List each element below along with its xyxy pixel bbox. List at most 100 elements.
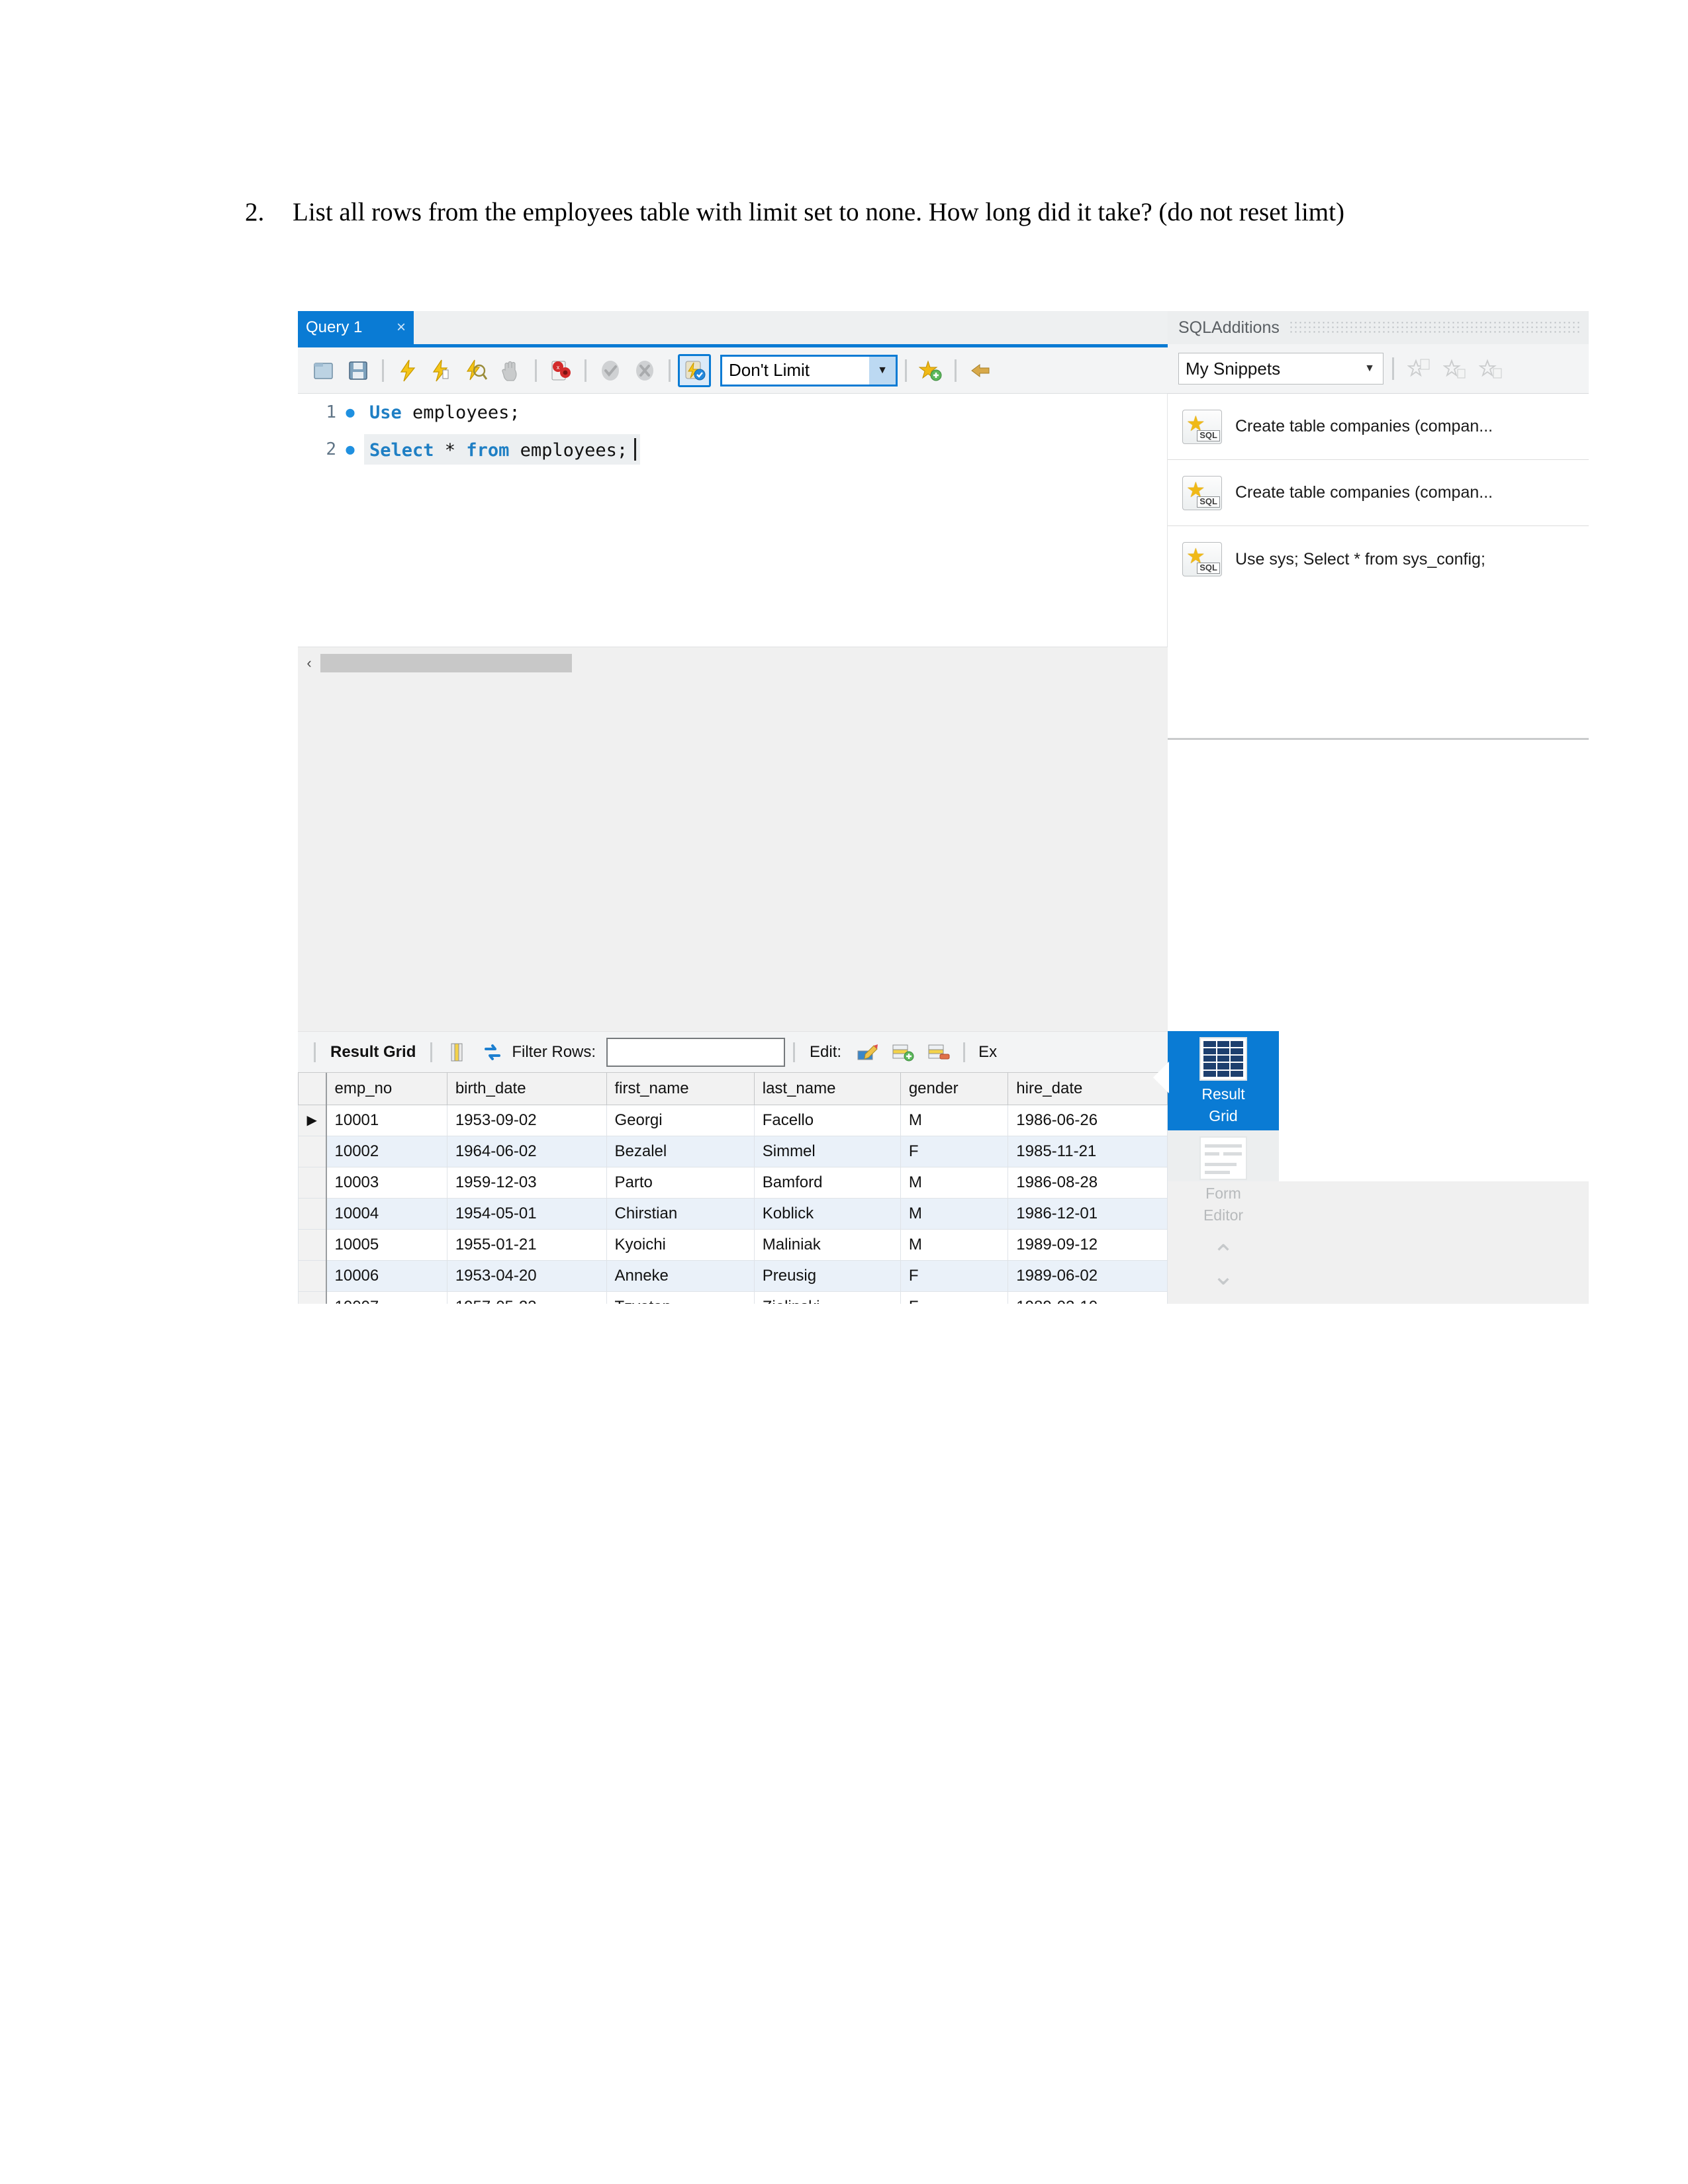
execute-statement-icon[interactable] xyxy=(391,354,424,387)
cell-birth-date[interactable]: 1953-04-20 xyxy=(446,1259,607,1292)
table-row[interactable]: 10003 1959-12-03 Parto Bamford M 1986-08… xyxy=(298,1166,1168,1199)
stop-execution-icon[interactable] xyxy=(494,354,528,387)
list-item[interactable]: ★ SQL Create table companies (compan... xyxy=(1168,394,1589,460)
column-header[interactable]: hire_date xyxy=(1008,1073,1168,1105)
view-form-editor-button[interactable]: Form Editor xyxy=(1168,1130,1279,1230)
cell-first-name[interactable]: Chirstian xyxy=(606,1197,755,1230)
table-row[interactable]: 10006 1953-04-20 Anneke Preusig F 1989-0… xyxy=(298,1259,1168,1292)
edit-row-icon[interactable] xyxy=(851,1036,884,1069)
cell-last-name[interactable]: Koblick xyxy=(753,1197,901,1230)
cell-first-name[interactable]: Georgi xyxy=(606,1104,755,1136)
insert-snippet-icon[interactable] xyxy=(1438,352,1472,385)
column-header[interactable]: gender xyxy=(900,1073,1009,1105)
toggle-autocommit-icon[interactable] xyxy=(678,353,711,387)
cell-gender[interactable]: F xyxy=(900,1259,1009,1292)
table-row[interactable]: 10005 1955-01-21 Kyoichi Maliniak M 1989… xyxy=(298,1228,1168,1261)
cell-birth-date[interactable]: 1959-12-03 xyxy=(446,1166,607,1199)
cell-emp-no[interactable]: 10006 xyxy=(326,1259,447,1292)
delete-row-icon[interactable] xyxy=(922,1036,955,1069)
cell-last-name[interactable]: Facello xyxy=(753,1104,901,1136)
table-row[interactable]: 10007 1957-05-23 Tzvetan Zielinski F 198… xyxy=(298,1291,1168,1304)
results-grid[interactable]: emp_no birth_date first_name last_name g… xyxy=(298,1072,1168,1304)
explain-statement-icon[interactable] xyxy=(460,354,493,387)
toggle-stop-on-error-icon[interactable]: x xyxy=(544,354,577,387)
cell-hire-date[interactable]: 1986-06-26 xyxy=(1008,1104,1168,1136)
insert-row-icon[interactable] xyxy=(886,1036,919,1069)
column-header[interactable]: first_name xyxy=(606,1073,755,1105)
copy-snippet-icon[interactable] xyxy=(1474,352,1507,385)
cell-gender[interactable]: F xyxy=(900,1135,1009,1167)
row-selector-cell[interactable] xyxy=(298,1166,327,1199)
list-item[interactable]: ★ SQL Create table companies (compan... xyxy=(1168,460,1589,526)
cell-hire-date[interactable]: 1985-11-21 xyxy=(1008,1135,1168,1167)
list-item[interactable]: ★ SQL Use sys; Select * from sys_config; xyxy=(1168,526,1589,592)
row-selector-cell[interactable] xyxy=(298,1291,327,1304)
cell-hire-date[interactable]: 1989-06-02 xyxy=(1008,1259,1168,1292)
cell-birth-date[interactable]: 1957-05-23 xyxy=(446,1291,607,1304)
beautify-query-icon[interactable] xyxy=(964,354,997,387)
cell-first-name[interactable]: Parto xyxy=(606,1166,755,1199)
cell-gender[interactable]: F xyxy=(900,1291,1009,1304)
cell-first-name[interactable]: Bezalel xyxy=(606,1135,755,1167)
cell-hire-date[interactable]: 1989-09-12 xyxy=(1008,1228,1168,1261)
table-row[interactable]: 10004 1954-05-01 Chirstian Koblick M 198… xyxy=(298,1197,1168,1230)
column-header[interactable]: last_name xyxy=(753,1073,901,1105)
chevron-down-icon[interactable]: ▼ xyxy=(1356,363,1383,375)
column-header[interactable]: birth_date xyxy=(446,1073,607,1105)
save-script-icon[interactable] xyxy=(342,354,375,387)
cell-birth-date[interactable]: 1953-09-02 xyxy=(446,1104,607,1136)
cell-last-name[interactable]: Simmel xyxy=(753,1135,901,1167)
row-selector-cell[interactable] xyxy=(298,1135,327,1167)
cell-last-name[interactable]: Maliniak xyxy=(753,1228,901,1261)
replace-snippet-icon[interactable] xyxy=(1403,352,1436,385)
row-selector-cell[interactable] xyxy=(298,1228,327,1261)
cell-hire-date[interactable]: 1986-12-01 xyxy=(1008,1197,1168,1230)
table-row[interactable]: ▶ 10001 1953-09-02 Georgi Facello M 1986… xyxy=(298,1104,1168,1136)
cell-last-name[interactable]: Zielinski xyxy=(753,1291,901,1304)
column-header[interactable]: emp_no xyxy=(326,1073,447,1105)
grid-view-icon[interactable] xyxy=(440,1036,473,1069)
editor-horizontal-scrollbar[interactable]: ‹ xyxy=(298,647,1168,678)
cell-last-name[interactable]: Preusig xyxy=(753,1259,901,1292)
cell-emp-no[interactable]: 10007 xyxy=(326,1291,447,1304)
cell-emp-no[interactable]: 10004 xyxy=(326,1197,447,1230)
scroll-left-icon[interactable]: ‹ xyxy=(298,655,320,672)
chevron-down-icon[interactable]: ▼ xyxy=(869,356,896,385)
cell-emp-no[interactable]: 10003 xyxy=(326,1166,447,1199)
cell-birth-date[interactable]: 1964-06-02 xyxy=(446,1135,607,1167)
chevron-down-icon[interactable]: ⌄ xyxy=(1168,1263,1279,1289)
cell-gender[interactable]: M xyxy=(900,1166,1009,1199)
sql-editor[interactable]: 1 ● Use employees; 2 ● Select * from emp… xyxy=(298,394,1168,678)
view-result-grid-button[interactable]: Result Grid xyxy=(1168,1031,1279,1130)
cell-first-name[interactable]: Kyoichi xyxy=(606,1228,755,1261)
save-snippet-icon[interactable] xyxy=(914,354,947,387)
execute-current-statement-icon[interactable] xyxy=(426,354,459,387)
commit-icon[interactable] xyxy=(594,354,627,387)
table-row[interactable]: 10002 1964-06-02 Bezalel Simmel F 1985-1… xyxy=(298,1135,1168,1167)
rollback-icon[interactable] xyxy=(628,354,661,387)
cell-first-name[interactable]: Anneke xyxy=(606,1259,755,1292)
open-script-icon[interactable] xyxy=(307,354,340,387)
cell-gender[interactable]: M xyxy=(900,1104,1009,1136)
row-selector-cell[interactable] xyxy=(298,1197,327,1230)
record-nav-arrows[interactable]: ⌃ ⌄ xyxy=(1168,1242,1279,1289)
tab-query-1[interactable]: Query 1 × xyxy=(298,311,414,344)
cell-birth-date[interactable]: 1955-01-21 xyxy=(446,1228,607,1261)
close-icon[interactable]: × xyxy=(393,318,406,337)
cell-emp-no[interactable]: 10001 xyxy=(326,1104,447,1136)
snippet-category-select[interactable]: My Snippets ▼ xyxy=(1178,353,1383,385)
cell-birth-date[interactable]: 1954-05-01 xyxy=(446,1197,607,1230)
cell-first-name[interactable]: Tzvetan xyxy=(606,1291,755,1304)
cell-emp-no[interactable]: 10002 xyxy=(326,1135,447,1167)
cell-gender[interactable]: M xyxy=(900,1228,1009,1261)
cell-hire-date[interactable]: 1989-02-10 xyxy=(1008,1291,1168,1304)
cell-hire-date[interactable]: 1986-08-28 xyxy=(1008,1166,1168,1199)
filter-rows-input[interactable] xyxy=(606,1037,786,1067)
refresh-icon[interactable] xyxy=(476,1036,509,1069)
scrollbar-thumb[interactable] xyxy=(320,653,572,672)
cell-last-name[interactable]: Bamford xyxy=(753,1166,901,1199)
cell-emp-no[interactable]: 10005 xyxy=(326,1228,447,1261)
limit-rows-dropdown[interactable]: Don't Limit ▼ xyxy=(720,354,898,387)
row-selector-cell[interactable] xyxy=(298,1259,327,1292)
cell-gender[interactable]: M xyxy=(900,1197,1009,1230)
